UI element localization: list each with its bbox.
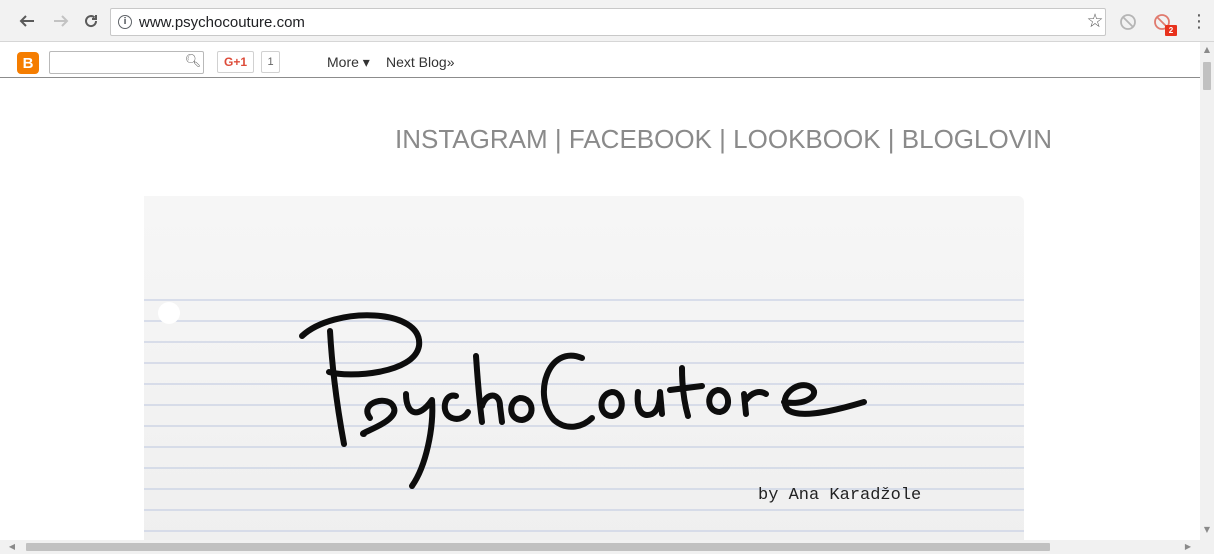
next-blog-link[interactable]: Next Blog» <box>386 54 454 70</box>
back-arrow-icon <box>19 15 34 27</box>
reload-icon <box>85 15 98 28</box>
horizontal-scrollbar[interactable]: ◀ ▶ <box>0 540 1214 554</box>
scroll-down-icon[interactable]: ▼ <box>1200 524 1214 536</box>
reload-button[interactable] <box>80 10 102 32</box>
instagram-link[interactable]: INSTAGRAM <box>395 124 548 154</box>
extension-blocked-icon[interactable] <box>1118 12 1138 32</box>
bookmark-star-icon[interactable]: ☆ <box>1084 10 1106 32</box>
vertical-scroll-thumb[interactable] <box>1203 62 1211 90</box>
horizontal-scroll-thumb[interactable] <box>26 543 1050 551</box>
gplus-button[interactable]: G+1 <box>217 51 254 73</box>
facebook-link[interactable]: FACEBOOK <box>569 124 712 154</box>
separator: | <box>554 124 562 154</box>
bloglovin-link[interactable]: BLOGLOVIN <box>902 124 1052 154</box>
forward-arrow-icon <box>54 15 69 27</box>
more-menu[interactable]: More ▾ <box>327 54 370 71</box>
header-byline: by Ana Karadžole <box>758 486 922 505</box>
scroll-up-icon[interactable]: ▲ <box>1200 44 1214 56</box>
navbar-search-input[interactable] <box>49 51 204 74</box>
address-bar[interactable]: i www.psychocouture.com <box>110 8 1106 36</box>
url-text[interactable]: www.psychocouture.com <box>139 14 305 31</box>
separator: | <box>887 124 895 154</box>
paper-punch-hole <box>158 302 180 324</box>
scroll-left-icon[interactable]: ◀ <box>6 541 18 553</box>
back-button[interactable] <box>16 10 38 32</box>
scroll-right-icon[interactable]: ▶ <box>1182 541 1194 553</box>
blogger-navbar: B 🔍︎ G+1 1 More ▾ Next Blog» <box>0 42 1200 78</box>
vertical-scrollbar[interactable]: ▲ ▼ <box>1200 42 1214 540</box>
blogger-logo-icon[interactable]: B <box>17 52 39 74</box>
search-icon[interactable]: 🔍︎ <box>182 51 204 73</box>
separator: | <box>719 124 726 154</box>
info-icon[interactable]: i <box>118 15 132 29</box>
psychocouture-logo-handwriting <box>299 312 867 489</box>
extension-badge: 2 <box>1165 25 1177 36</box>
browser-toolbar: i www.psychocouture.com ☆ 2 ⋮ <box>0 0 1214 42</box>
blog-header-image[interactable]: by Ana Karadžole <box>144 196 1024 540</box>
browser-menu-icon[interactable]: ⋮ <box>1190 11 1208 33</box>
social-links: INSTAGRAM | FACEBOOK | LOOKBOOK | BLOGLO… <box>395 124 1052 158</box>
forward-button[interactable] <box>50 10 72 32</box>
gplus-count: 1 <box>261 51 280 73</box>
lookbook-link[interactable]: LOOKBOOK <box>733 124 880 154</box>
